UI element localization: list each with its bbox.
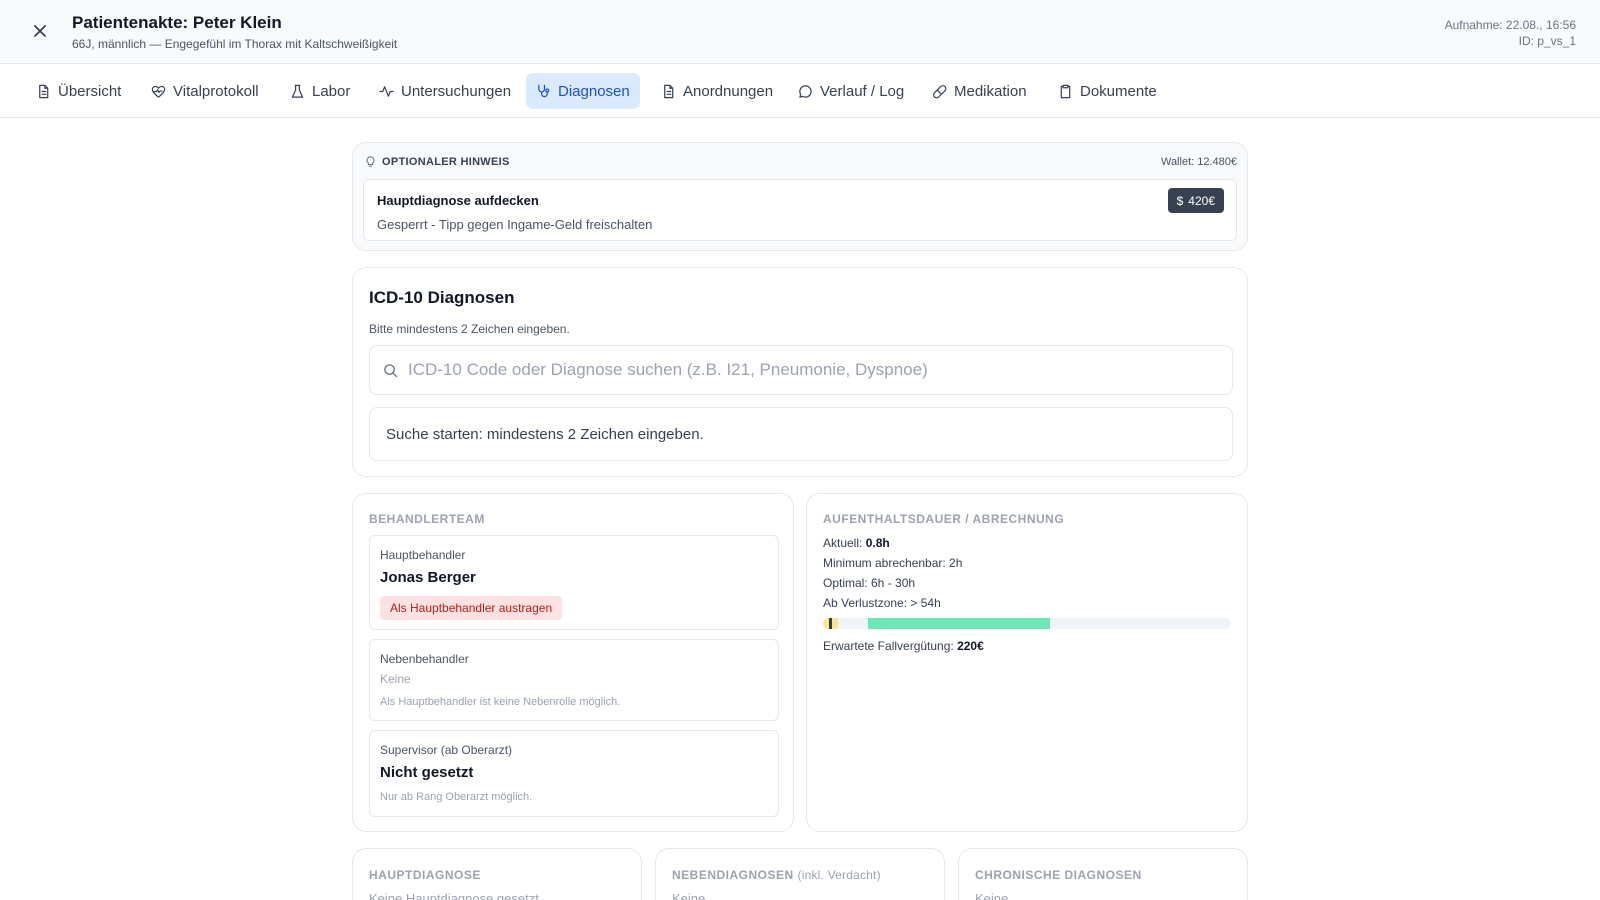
lightbulb-icon <box>366 156 375 167</box>
close-icon <box>34 25 46 37</box>
flask-icon <box>291 84 304 98</box>
unlock-price: 420€ <box>1188 193 1215 208</box>
icd10-search-field[interactable] <box>369 345 1233 395</box>
icd10-help-text: Bitte mindestens 2 Zeichen eingeben. <box>369 322 570 336</box>
tab-bar: Übersicht Vitalprotokoll Labor Untersuch… <box>0 64 1600 118</box>
tab-anordnungen[interactable]: Anordnungen <box>651 73 783 109</box>
secondary-physician-box: Nebenbehandler Keine Als Hauptbehandler … <box>369 639 779 721</box>
icd10-card: ICD-10 Diagnosen Bitte mindestens 2 Zeic… <box>352 267 1248 477</box>
supervisor-box: Supervisor (ab Oberarzt) Nicht gesetzt N… <box>369 730 779 817</box>
stay-loss-zone: Ab Verlustzone: > 54h <box>823 596 941 610</box>
document-icon <box>664 84 674 98</box>
icd10-search-input[interactable] <box>408 360 1208 380</box>
document-icon <box>39 84 49 98</box>
tab-label: Vitalprotokoll <box>173 82 259 100</box>
close-button[interactable] <box>27 18 53 44</box>
tab-untersuchungen[interactable]: Untersuchungen <box>369 73 521 109</box>
chronic-diagnoses-heading: CHRONISCHE DIAGNOSEN <box>975 868 1142 882</box>
unlock-hint-button[interactable]: $ 420€ <box>1167 188 1224 213</box>
wallet-balance: Wallet: 12.480€ <box>1160 156 1237 168</box>
admission-meta: Aufnahme: 22.08., 16:56 ID: p_vs_1 <box>1445 17 1576 49</box>
stethoscope-icon <box>538 84 550 97</box>
tab-verlauf-log[interactable]: Verlauf / Log <box>788 73 914 109</box>
tab-uebersicht[interactable]: Übersicht <box>26 73 131 109</box>
clipboard-icon <box>1060 84 1071 98</box>
tab-label: Übersicht <box>58 82 122 100</box>
tab-label: Diagnosen <box>558 82 630 100</box>
activity-icon <box>379 85 394 97</box>
secondary-physician-note: Als Hauptbehandler ist keine Nebenrolle … <box>380 696 621 708</box>
secondary-physician-label: Nebenbehandler <box>380 652 469 666</box>
tab-medikation[interactable]: Medikation <box>922 73 1037 109</box>
tab-label: Medikation <box>954 82 1027 100</box>
supervisor-note: Nur ab Rang Oberarzt möglich. <box>380 791 533 803</box>
tab-label: Dokumente <box>1080 82 1157 100</box>
main-diagnosis-value: Keine Hauptdiagnose gesetzt <box>369 891 539 900</box>
bar-current-marker <box>829 618 833 629</box>
secondary-diagnoses-heading-text: NEBENDIAGNOSEN <box>672 868 794 882</box>
patient-header: Patientenakte: Peter Klein 66J, männlich… <box>0 0 1600 64</box>
hint-title: Hauptdiagnose aufdecken <box>377 193 539 208</box>
heart-pulse-icon <box>151 85 166 98</box>
main-physician-name: Jonas Berger <box>380 569 476 586</box>
stay-duration-bar <box>823 618 1231 629</box>
main-physician-label: Hauptbehandler <box>380 548 466 562</box>
expected-reimbursement: Erwartete Fallvergütung: 220€ <box>823 639 984 653</box>
bar-segment-optimal <box>868 618 1050 629</box>
secondary-diagnoses-heading: NEBENDIAGNOSEN (inkl. Verdacht) <box>672 868 881 882</box>
hint-item: Hauptdiagnose aufdecken Gesperrt - Tipp … <box>363 179 1237 241</box>
stay-current-label: Aktuell: <box>823 536 863 550</box>
secondary-diagnoses-heading-extra: (inkl. Verdacht) <box>797 868 881 882</box>
tab-vitalprotokoll[interactable]: Vitalprotokoll <box>141 73 269 109</box>
tab-diagnosen[interactable]: Diagnosen <box>526 73 640 109</box>
page-title: Patientenakte: Peter Klein <box>72 13 282 32</box>
icd10-search-results: Suche starten: mindestens 2 Zeichen eing… <box>369 407 1233 461</box>
search-icon <box>384 363 398 377</box>
stay-billing-card: AUFENTHALTSDAUER / ABRECHNUNG Aktuell: 0… <box>806 493 1248 832</box>
hint-heading-text: OPTIONALER HINWEIS <box>382 156 510 168</box>
expected-reimbursement-value: 220€ <box>957 639 984 653</box>
secondary-diagnoses-value: Keine <box>672 891 706 900</box>
stay-heading: AUFENTHALTSDAUER / ABRECHNUNG <box>823 512 1065 526</box>
patient-id: ID: p_vs_1 <box>1518 34 1576 48</box>
dollar-icon: $ <box>1176 193 1184 208</box>
supervisor-label: Supervisor (ab Oberarzt) <box>380 743 513 757</box>
tab-label: Anordnungen <box>683 82 774 100</box>
chat-bubble-icon <box>799 84 812 98</box>
chronic-diagnoses-card: CHRONISCHE DIAGNOSEN Keine <box>958 848 1248 900</box>
secondary-physician-value: Keine <box>380 672 411 686</box>
stay-minimum: Minimum abrechenbar: 2h <box>823 556 963 570</box>
main-diagnosis-card: HAUPTDIAGNOSE Keine Hauptdiagnose gesetz… <box>352 848 642 900</box>
expected-reimbursement-label: Erwartete Fallvergütung: <box>823 639 954 653</box>
pill-icon <box>933 84 947 98</box>
supervisor-value: Nicht gesetzt <box>380 764 474 781</box>
hint-heading: OPTIONALER HINWEIS <box>365 156 510 168</box>
optional-hint-card: OPTIONALER HINWEIS Wallet: 12.480€ Haupt… <box>352 142 1248 251</box>
tab-label: Untersuchungen <box>401 82 512 100</box>
stay-current: Aktuell: 0.8h <box>823 536 890 550</box>
main-diagnosis-heading: HAUPTDIAGNOSE <box>369 868 481 882</box>
stay-optimal: Optimal: 6h - 30h <box>823 576 916 590</box>
stay-current-value: 0.8h <box>865 536 890 550</box>
icd10-title: ICD-10 Diagnosen <box>369 288 515 307</box>
hint-status: Gesperrt - Tipp gegen Ingame-Geld freisc… <box>377 217 653 232</box>
tab-label: Verlauf / Log <box>820 82 905 100</box>
team-heading: BEHANDLERTEAM <box>369 512 485 526</box>
treatment-team-card: BEHANDLERTEAM Hauptbehandler Jonas Berge… <box>352 493 794 832</box>
chronic-diagnoses-value: Keine <box>975 891 1009 900</box>
tab-labor[interactable]: Labor <box>280 73 360 109</box>
secondary-diagnoses-card: NEBENDIAGNOSEN (inkl. Verdacht) Keine <box>655 848 945 900</box>
remove-main-physician-button[interactable]: Als Hauptbehandler austragen <box>380 596 563 620</box>
admission-time: Aufnahme: 22.08., 16:56 <box>1444 18 1576 32</box>
main-physician-box: Hauptbehandler Jonas Berger Als Hauptbeh… <box>369 535 779 630</box>
tab-label: Labor <box>312 82 351 100</box>
patient-summary: 66J, männlich — Engegefühl im Thorax mit… <box>72 37 398 51</box>
tab-dokumente[interactable]: Dokumente <box>1048 73 1167 109</box>
